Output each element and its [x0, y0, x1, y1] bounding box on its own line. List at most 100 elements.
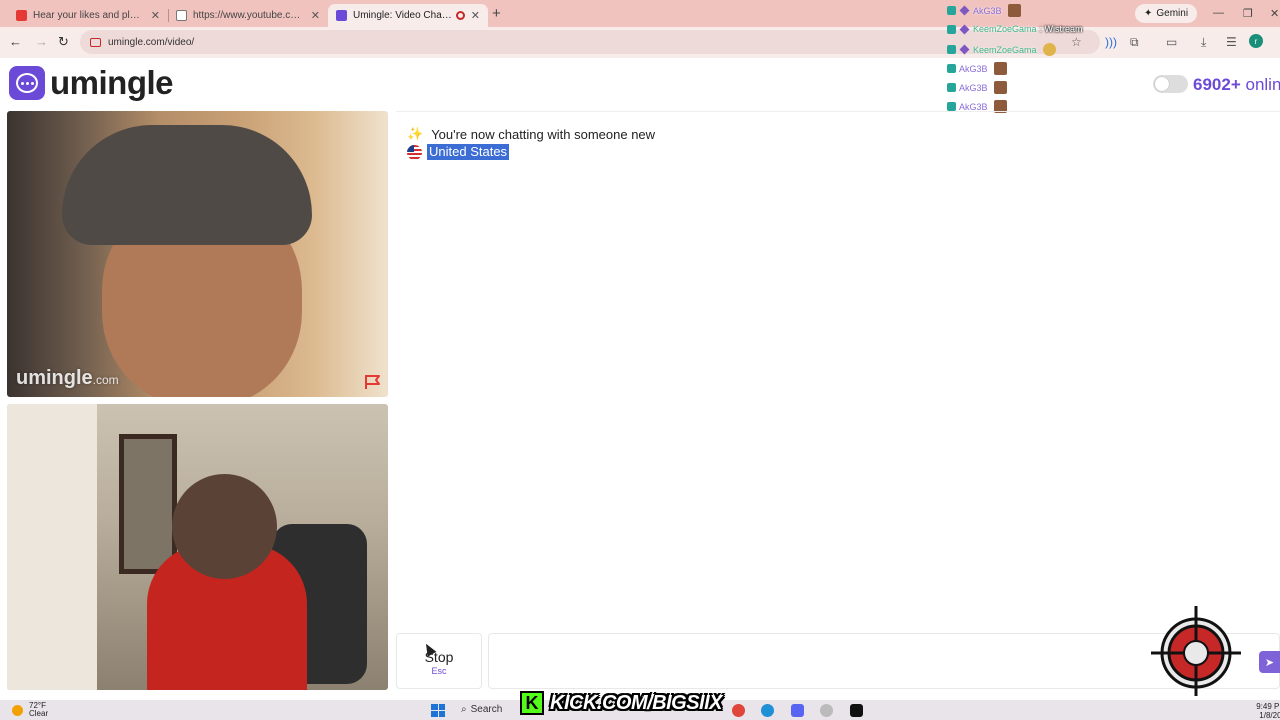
sub-badge-icon: [947, 24, 956, 34]
weather-text: 72°F Clear: [29, 702, 48, 718]
overlay-chat-line: AkG3B: [947, 62, 1007, 75]
close-tab-icon[interactable]: ✕: [471, 9, 480, 22]
profile-avatar[interactable]: r: [1249, 34, 1263, 48]
emote-icon: [1042, 43, 1056, 56]
kick-stream-banner: K KICK.COM/BIGSIIX: [520, 690, 723, 716]
browser-tab-strip: Hear your likes and playlists, an ✕ http…: [0, 0, 1280, 27]
overlay-chat-line: AkG3B: [947, 4, 1021, 17]
sub-badge-icon: [947, 6, 956, 15]
chat-username: AkG3B: [959, 101, 988, 112]
restore-icon[interactable]: ❐: [1243, 7, 1253, 20]
online-count: 6902+ onlin: [1193, 75, 1280, 95]
weather-condition: Clear: [29, 709, 49, 718]
tab-title: https://www.youtube.com/shor: [193, 10, 305, 21]
reading-list-icon[interactable]: ☰: [1226, 35, 1237, 49]
self-head: [172, 474, 277, 579]
emote-icon: [993, 62, 1007, 75]
kick-url: KICK.COM/BIGSIIX: [550, 691, 723, 714]
forward-icon[interactable]: →: [35, 34, 48, 49]
downloads-icon[interactable]: ⤓: [1201, 35, 1206, 50]
chat-username: AkG3B: [959, 63, 988, 74]
chat-username: KeemZoeGama: [973, 24, 1037, 34]
read-aloud-icon[interactable]: ))): [1105, 35, 1117, 49]
tab-favicon-icon: [16, 10, 27, 21]
chat-message: : Wistream: [1039, 24, 1083, 34]
send-button[interactable]: ➤: [1259, 651, 1280, 673]
watermark-suffix: .com: [92, 373, 119, 387]
kick-logo-icon: K: [520, 691, 544, 715]
extensions-icon[interactable]: ⧉: [1130, 35, 1139, 50]
taskbar-search[interactable]: ⌕ Search: [461, 704, 502, 715]
browser-toolbar: ← → ↻ umingle.com/video/ ☆ ))) ⧉ ▭ ⤓ ☰ r: [0, 27, 1280, 58]
report-flag-icon[interactable]: [364, 373, 381, 390]
sub-badge-icon: [947, 64, 956, 73]
system-clock[interactable]: 9:49 PM 1/8/202: [1246, 702, 1280, 720]
new-tab-button[interactable]: +: [492, 5, 501, 22]
chat-username: AkG3B: [973, 5, 1002, 16]
stranger-cap: [62, 125, 312, 245]
split-view-icon[interactable]: ▭: [1166, 35, 1177, 49]
chat-bubble-icon: [16, 73, 38, 93]
emote-icon: [1007, 4, 1021, 17]
chat-username: AkG3B: [959, 82, 988, 93]
recording-icon: [455, 11, 465, 20]
discord-icon[interactable]: [791, 704, 804, 717]
browser-tab-2[interactable]: https://www.youtube.com/shor ✕: [168, 4, 328, 27]
online-number: 6902+: [1193, 75, 1241, 94]
stop-label: Stop: [424, 649, 454, 665]
clock-date: 1/8/202: [1259, 711, 1280, 720]
us-flag-icon: [407, 144, 422, 160]
sparkle-icon: ✨: [407, 126, 424, 141]
back-icon[interactable]: ←: [9, 34, 22, 49]
chrome-icon[interactable]: [732, 704, 745, 717]
bookmark-star-icon[interactable]: ☆: [1071, 35, 1082, 49]
close-tab-icon[interactable]: ✕: [311, 9, 320, 22]
streamer-crosshair-logo-icon: [1151, 606, 1241, 696]
edge-icon[interactable]: [761, 704, 774, 717]
video-watermark: umingle.com: [16, 367, 119, 390]
self-video: [7, 404, 388, 690]
tab-favicon-icon: [336, 10, 347, 21]
self-door: [7, 404, 97, 690]
gemini-button[interactable]: ✦ Gemini: [1135, 4, 1198, 23]
overlay-chat-line: AkG3B: [947, 81, 1007, 94]
vip-badge-icon: [959, 5, 970, 16]
weather-moon-icon: [12, 704, 23, 716]
clock-time: 9:49 PM: [1256, 702, 1280, 711]
tab-favicon-icon: [176, 10, 187, 21]
umingle-logo-icon[interactable]: [9, 66, 45, 100]
self-mirror: [119, 434, 177, 574]
minimize-icon[interactable]: —: [1213, 7, 1224, 19]
tab-title: Umingle: Video Chat with S: [353, 10, 452, 21]
stop-button[interactable]: Stop Esc: [396, 633, 482, 689]
vip-badge-icon: [959, 24, 970, 34]
sub-badge-icon: [947, 102, 956, 111]
emote-icon: [993, 81, 1007, 94]
reload-icon[interactable]: ↻: [58, 34, 69, 50]
online-label: onlin: [1245, 75, 1280, 94]
tab-title: Hear your likes and playlists, an: [33, 10, 145, 21]
weather-widget[interactable]: 72°F Clear: [12, 702, 48, 718]
close-window-icon[interactable]: ✕: [1270, 7, 1279, 20]
send-icon: ➤: [1264, 656, 1275, 669]
camera-in-use-icon[interactable]: [90, 37, 101, 47]
browser-tab-1[interactable]: Hear your likes and playlists, an ✕: [8, 4, 168, 27]
close-tab-icon[interactable]: ✕: [151, 9, 160, 22]
site-logo-text[interactable]: umingle: [50, 64, 174, 102]
overlay-chat-line: KeemZoeGama : Wistream: [947, 24, 1083, 34]
vip-badge-icon: [959, 44, 970, 55]
gemini-sparkle-icon: ✦: [1144, 8, 1153, 19]
url-text: umingle.com/video/: [108, 36, 195, 48]
theme-toggle[interactable]: [1153, 75, 1188, 93]
sub-badge-icon: [947, 45, 956, 54]
sub-badge-icon: [947, 83, 956, 92]
chat-username: KeemZoeGama: [973, 44, 1037, 55]
search-icon: ⌕: [461, 704, 467, 715]
stranger-video: umingle.com: [7, 111, 388, 397]
gemini-label: Gemini: [1156, 8, 1189, 19]
windows-start-icon[interactable]: [431, 704, 445, 717]
settings-app-icon[interactable]: [820, 704, 833, 717]
obs-app-icon[interactable]: [850, 704, 863, 717]
browser-tab-3-active[interactable]: Umingle: Video Chat with S ✕: [328, 4, 488, 27]
chat-log: ✨ You're now chatting with someone new U…: [396, 111, 1280, 626]
